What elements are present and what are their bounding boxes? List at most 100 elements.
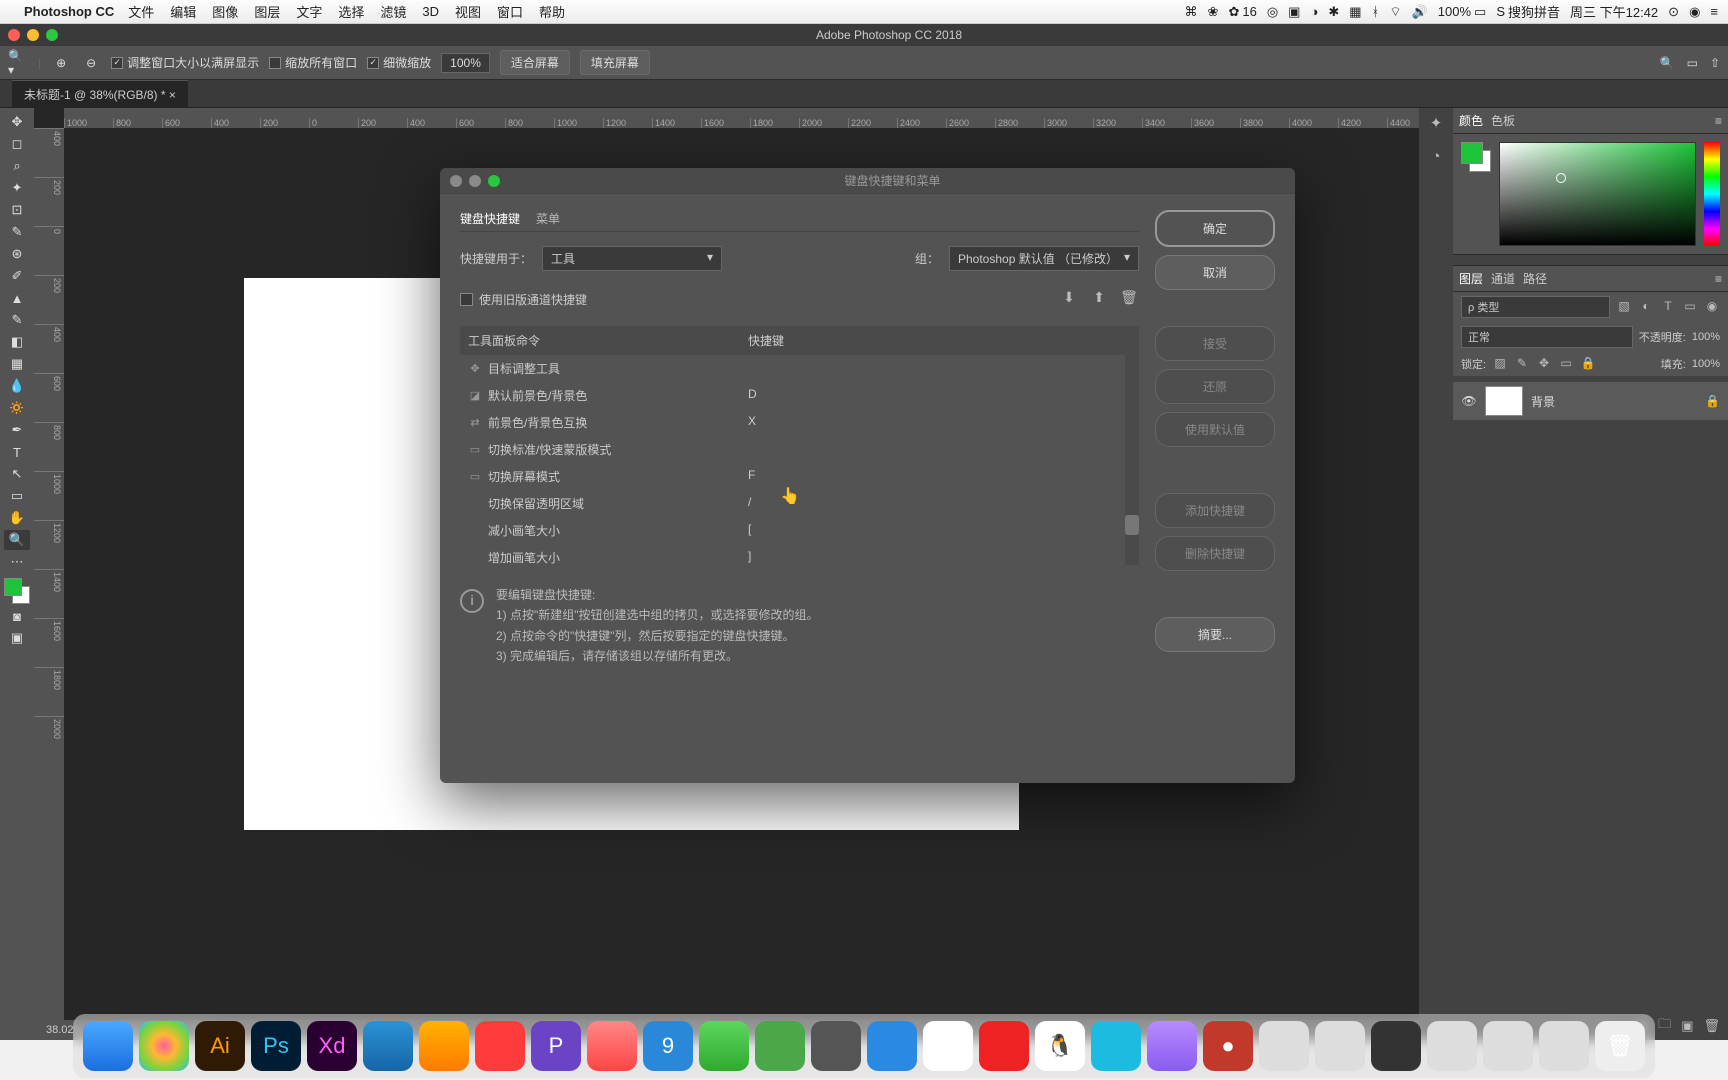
resize-window-checkbox[interactable]: ✓调整窗口大小以满屏显示 — [111, 54, 259, 71]
dock-app[interactable] — [1483, 1021, 1533, 1071]
lock-icon[interactable]: ✥ — [1536, 356, 1552, 372]
shortcut-row[interactable]: ▭切换标准/快速蒙版模式 — [460, 436, 1139, 463]
undo-button[interactable]: 还原 — [1155, 369, 1275, 404]
add-shortcut-button[interactable]: 添加快捷键 — [1155, 493, 1275, 528]
close-button[interactable] — [450, 175, 462, 187]
dock-app[interactable] — [699, 1021, 749, 1071]
menubar-icon[interactable]: ▣ — [1288, 4, 1300, 20]
scrollbar-thumb[interactable] — [1125, 515, 1139, 535]
panel-menu-icon[interactable]: ≡ — [1715, 272, 1722, 286]
dock-app[interactable] — [139, 1021, 189, 1071]
filter-icon[interactable]: T — [1660, 299, 1676, 315]
menu-filter[interactable]: 滤镜 — [380, 2, 406, 21]
lock-icon[interactable]: 🔒 — [1580, 356, 1596, 372]
pen-tool[interactable]: ✒ — [4, 420, 30, 440]
zoom-tool-icon[interactable]: 🔍▾ — [8, 53, 28, 73]
clock[interactable]: 周三 下午12:42 — [1570, 2, 1658, 21]
menubar-icon[interactable]: ❀ — [1208, 4, 1219, 20]
tab-color[interactable]: 颜色 — [1459, 112, 1483, 129]
lasso-tool[interactable]: ⌕ — [4, 156, 30, 176]
siri-icon[interactable]: ◉ — [1689, 4, 1700, 20]
dodge-tool[interactable]: 🔅 — [4, 398, 30, 418]
collapsed-panel-icon[interactable]: ◔ — [1426, 148, 1446, 168]
notif-center-icon[interactable]: ≡ — [1710, 4, 1718, 19]
tab-menus[interactable]: 菜单 — [536, 210, 560, 227]
wand-tool[interactable]: ✦ — [4, 178, 30, 198]
shortcut-row[interactable]: 增加画笔大小] — [460, 544, 1139, 565]
minimize-button[interactable] — [27, 29, 39, 41]
blur-tool[interactable]: 💧 — [4, 376, 30, 396]
dock-app[interactable]: P — [531, 1021, 581, 1071]
layer-row[interactable]: 👁 背景 🔒 — [1453, 382, 1728, 420]
heal-tool[interactable]: ⊛ — [4, 244, 30, 264]
dock-app[interactable] — [1091, 1021, 1141, 1071]
cancel-button[interactable]: 取消 — [1155, 255, 1275, 290]
marquee-tool[interactable]: ◻ — [4, 134, 30, 154]
move-tool[interactable]: ✥ — [4, 112, 30, 132]
dock-app[interactable] — [475, 1021, 525, 1071]
type-tool[interactable]: T — [4, 442, 30, 462]
spotlight-icon[interactable]: ⊙ — [1668, 4, 1679, 20]
zoom-tool[interactable]: 🔍 — [4, 530, 30, 550]
screenmode-tool[interactable]: ▣ — [4, 628, 30, 648]
maximize-button[interactable] — [46, 29, 58, 41]
gradient-tool[interactable]: ▦ — [4, 354, 30, 374]
scrollbar[interactable] — [1125, 355, 1139, 565]
tab-shortcuts[interactable]: 键盘快捷键 — [460, 210, 520, 227]
ime-icon[interactable]: S 搜狗拼音 — [1496, 2, 1560, 21]
shortcut-row[interactable]: ✥目标调整工具 — [460, 355, 1139, 382]
opacity-value[interactable]: 100% — [1692, 331, 1720, 343]
delete-set-icon[interactable]: 🗑 — [1119, 289, 1139, 305]
app-name[interactable]: Photoshop CC — [24, 4, 114, 19]
dock-app[interactable] — [755, 1021, 805, 1071]
dock-app[interactable] — [1147, 1021, 1197, 1071]
wifi-icon[interactable]: ⌔ — [1389, 4, 1401, 20]
filter-icon[interactable]: ◉ — [1704, 299, 1720, 315]
set-select[interactable]: Photoshop 默认值 （已修改）▾ — [949, 246, 1139, 271]
dock-app[interactable] — [83, 1021, 133, 1071]
panel-menu-icon[interactable]: ≡ — [1715, 114, 1722, 128]
visibility-icon[interactable]: 👁 — [1461, 394, 1477, 408]
filter-icon[interactable]: ▭ — [1682, 299, 1698, 315]
menu-window[interactable]: 窗口 — [497, 2, 523, 21]
tab-layers[interactable]: 图层 — [1459, 270, 1483, 287]
shortcuts-for-select[interactable]: 工具▾ — [542, 246, 722, 271]
filter-icon[interactable]: ◐ — [1638, 299, 1654, 315]
dock-app[interactable] — [979, 1021, 1029, 1071]
hand-tool[interactable]: ✋ — [4, 508, 30, 528]
zoom-out-icon[interactable]: ⊖ — [81, 53, 101, 73]
shape-tool[interactable]: ▭ — [4, 486, 30, 506]
battery-icon[interactable]: 100% ▭ — [1438, 4, 1487, 20]
dock-app[interactable] — [1315, 1021, 1365, 1071]
stamp-tool[interactable]: ▲ — [4, 288, 30, 308]
collapsed-panel-icon[interactable]: ✦ — [1426, 114, 1446, 134]
lock-icon[interactable]: ▭ — [1558, 356, 1574, 372]
save-set-icon[interactable]: ⬇ — [1059, 289, 1079, 305]
shortcut-row[interactable]: ⇄前景色/背景色互换X — [460, 409, 1139, 436]
menu-type[interactable]: 文字 — [296, 2, 322, 21]
zoom-100-button[interactable]: 100% — [441, 53, 490, 73]
eyedropper-tool[interactable]: ✎ — [4, 222, 30, 242]
color-swatch[interactable] — [4, 578, 30, 604]
zoom-all-checkbox[interactable]: 缩放所有窗口 — [269, 54, 357, 71]
shortcut-row[interactable]: ▭切换屏幕模式F — [460, 463, 1139, 490]
menu-select[interactable]: 选择 — [338, 2, 364, 21]
dock-app[interactable] — [1539, 1021, 1589, 1071]
notifications-icon[interactable]: ✿ 16 — [1228, 4, 1256, 20]
dock-app[interactable] — [1427, 1021, 1477, 1071]
dock-app[interactable] — [587, 1021, 637, 1071]
accept-button[interactable]: 接受 — [1155, 326, 1275, 361]
trash-icon[interactable]: 🗑 — [1703, 1018, 1720, 1034]
fill-value[interactable]: 100% — [1692, 358, 1720, 370]
menubar-icon[interactable]: ▦ — [1349, 4, 1361, 20]
menu-edit[interactable]: 编辑 — [170, 2, 196, 21]
tab-swatches[interactable]: 色板 — [1491, 112, 1515, 129]
filter-icon[interactable]: ▧ — [1616, 299, 1632, 315]
delete-shortcut-button[interactable]: 删除快捷键 — [1155, 536, 1275, 571]
lock-icon[interactable]: 🔒 — [1705, 394, 1720, 408]
legacy-checkbox[interactable]: 使用旧版通道快捷键 — [460, 291, 587, 308]
menubar-icon[interactable]: ◎ — [1267, 4, 1278, 20]
close-button[interactable] — [8, 29, 20, 41]
lock-icon[interactable]: ▨ — [1492, 356, 1508, 372]
dock-app[interactable] — [419, 1021, 469, 1071]
